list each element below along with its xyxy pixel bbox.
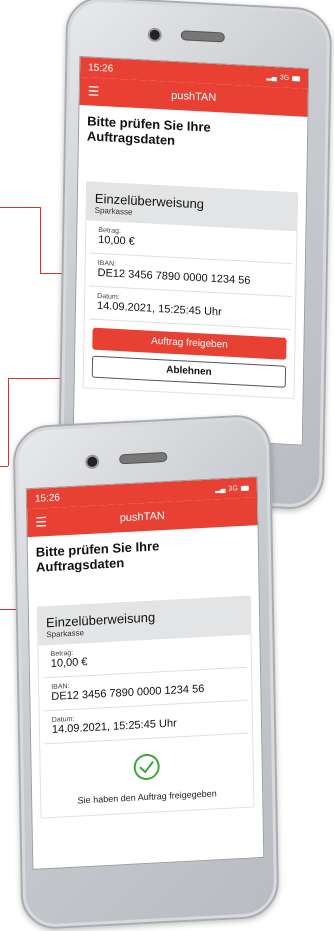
- camera-icon: [147, 27, 162, 43]
- app-title: pushTAN: [119, 509, 165, 525]
- connector-line: [40, 207, 41, 273]
- speaker-icon: [119, 451, 168, 465]
- battery-icon: [292, 75, 301, 81]
- connector-line: [0, 466, 8, 467]
- status-time: 15:26: [88, 61, 114, 75]
- menu-icon[interactable]: ☰: [35, 514, 47, 531]
- app-title: pushTAN: [171, 89, 217, 105]
- approve-button[interactable]: Auftrag freigeben: [92, 327, 287, 360]
- signal-icon: ▂▄: [215, 485, 226, 494]
- network-label: 3G: [279, 73, 290, 82]
- battery-icon: [240, 485, 249, 491]
- phone-screen-bottom: 15:26 ▂▄ 3G ☰ pushTAN Bitte prüfen Sie I…: [25, 476, 265, 870]
- phone-screen-top: 15:26 ▂▄ 3G ☰ pushTAN Bitte prüfen Sie I…: [72, 55, 310, 446]
- network-label: 3G: [228, 484, 238, 493]
- speaker-icon: [180, 30, 225, 43]
- signal-icon: ▂▄: [266, 73, 277, 82]
- checkmark-circle-icon: [133, 753, 160, 780]
- connector-line: [8, 378, 66, 379]
- connector-line: [0, 207, 40, 208]
- transfer-card: Einzelüberweisung Sparkasse Betrag: 10,0…: [82, 181, 299, 400]
- success-block: Sie haben den Auftrag freigegeben: [40, 733, 253, 817]
- phone-device-bottom: 15:26 ▂▄ 3G ☰ pushTAN Bitte prüfen Sie I…: [12, 413, 280, 931]
- transfer-card: Einzelüberweisung Sparkasse Betrag: 10,0…: [36, 595, 255, 819]
- connector-line: [8, 378, 9, 466]
- camera-icon: [85, 454, 100, 470]
- menu-icon[interactable]: ☰: [88, 83, 100, 100]
- success-message: Sie haben den Auftrag freigegeben: [77, 788, 217, 806]
- status-time: 15:26: [34, 491, 61, 505]
